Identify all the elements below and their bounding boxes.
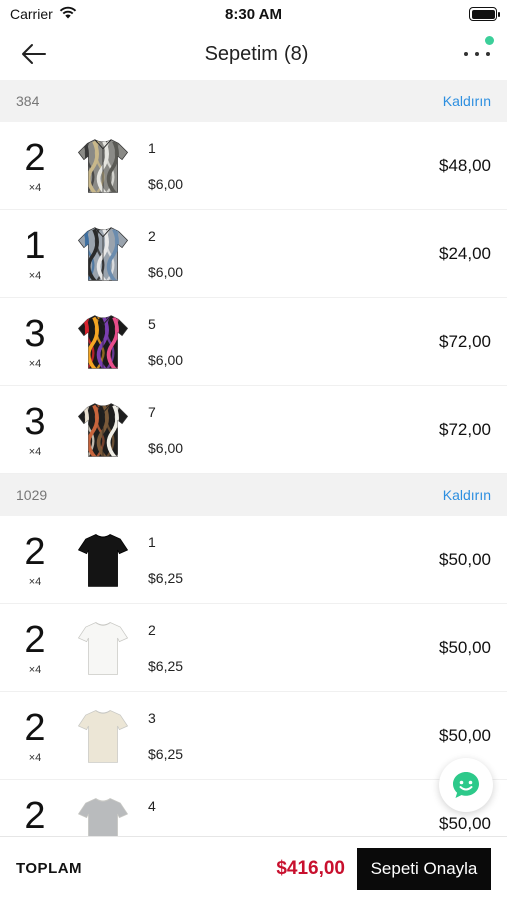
group-id: 1029: [16, 487, 48, 503]
group-header: 384 Kaldırın: [0, 80, 507, 122]
quantity-selector[interactable]: 2 ×4: [0, 620, 70, 676]
pack-multiplier: ×4: [28, 181, 42, 194]
remove-group-button[interactable]: Kaldırın: [443, 93, 491, 109]
line-total: $24,00: [439, 243, 491, 263]
quantity-selector[interactable]: 3 ×4: [0, 402, 70, 458]
cart-item[interactable]: 2 ×4 2 $6,25 $50,00: [0, 604, 507, 692]
product-image[interactable]: [70, 309, 136, 375]
unit-price: $6,00: [148, 263, 184, 280]
more-dots-icon: [464, 52, 490, 56]
quantity-value: 2: [24, 618, 46, 661]
variant-size: 4: [148, 797, 156, 814]
cart-list[interactable]: 384 Kaldırın 2 ×4 1 $6,00 $48,00 1 ×4 2 …: [0, 80, 507, 836]
cart-item[interactable]: 3 ×4 7 $6,00 $72,00: [0, 386, 507, 474]
cart-item[interactable]: 1 ×4 2 $6,00 $24,00: [0, 210, 507, 298]
variant-size: 3: [148, 709, 156, 726]
pack-multiplier: ×4: [28, 357, 42, 370]
unit-price: $6,25: [148, 657, 184, 674]
unit-price: $6,00: [148, 439, 184, 456]
quantity-selector[interactable]: 3 ×4: [0, 314, 70, 370]
line-total: $50,00: [439, 637, 491, 657]
page-title: Sepetim (8): [0, 43, 507, 66]
pack-multiplier: ×4: [28, 445, 42, 458]
carrier-label: Carrier: [10, 6, 53, 22]
line-total: $72,00: [439, 331, 491, 351]
variant-size: 1: [148, 139, 156, 156]
unit-price: $6,25: [148, 569, 184, 586]
quantity-selector[interactable]: 2 ×4: [0, 138, 70, 194]
unit-price: $6,00: [148, 351, 184, 368]
product-image[interactable]: [70, 703, 136, 769]
title-text: Sepetim: [204, 42, 278, 65]
quantity-selector[interactable]: 2 ×4: [0, 708, 70, 764]
group-header: 1029 Kaldırın: [0, 474, 507, 516]
chat-button[interactable]: [439, 758, 493, 812]
wifi-icon: [59, 6, 77, 22]
battery-icon: [469, 7, 500, 21]
more-button[interactable]: [455, 36, 494, 72]
line-total: $50,00: [439, 725, 491, 745]
checkout-bar: TOPLAM $416,00 Sepeti Onayla: [0, 836, 507, 900]
nav-bar: Sepetim (8): [0, 28, 507, 80]
product-image[interactable]: [70, 133, 136, 199]
variant-size: 7: [148, 403, 156, 420]
group-id: 384: [16, 93, 40, 109]
product-image[interactable]: [70, 791, 136, 836]
arrow-left-icon: [22, 44, 46, 64]
quantity-selector[interactable]: 2 ×4: [0, 532, 70, 588]
product-image[interactable]: [70, 397, 136, 463]
quantity-selector[interactable]: 2 ×4: [0, 796, 70, 837]
cart-item[interactable]: 2 ×4 4 $6,25 $50,00: [0, 780, 507, 836]
quantity-value: 2: [24, 706, 46, 749]
line-total: $50,00: [439, 549, 491, 569]
confirm-cart-button[interactable]: Sepeti Onayla: [357, 847, 491, 890]
product-image[interactable]: [70, 527, 136, 593]
line-total: $48,00: [439, 155, 491, 175]
cart-item[interactable]: 3 ×4 5 $6,00 $72,00: [0, 298, 507, 386]
product-image[interactable]: [70, 615, 136, 681]
variant-size: 5: [148, 315, 156, 332]
quantity-value: 2: [24, 794, 46, 836]
status-bar: Carrier 8:30 AM: [0, 0, 507, 28]
line-total: $50,00: [439, 813, 491, 833]
pack-multiplier: ×4: [28, 751, 42, 764]
line-total: $72,00: [439, 419, 491, 439]
cart-item[interactable]: 2 ×4 1 $6,25 $50,00: [0, 516, 507, 604]
quantity-selector[interactable]: 1 ×4: [0, 226, 70, 282]
variant-size: 2: [148, 227, 156, 244]
quantity-value: 1: [24, 224, 46, 267]
chat-bubble-icon: [453, 772, 479, 798]
variant-size: 1: [148, 533, 156, 550]
quantity-value: 2: [24, 136, 46, 179]
pack-multiplier: ×4: [28, 663, 42, 676]
total-amount: $416,00: [276, 857, 345, 879]
quantity-value: 3: [24, 312, 46, 355]
product-image[interactable]: [70, 221, 136, 287]
variant-size: 2: [148, 621, 156, 638]
remove-group-button[interactable]: Kaldırın: [443, 487, 491, 503]
pack-multiplier: ×4: [28, 269, 42, 282]
notification-dot: [485, 36, 494, 45]
quantity-value: 3: [24, 400, 46, 443]
quantity-value: 2: [24, 530, 46, 573]
total-label: TOPLAM: [16, 860, 83, 877]
cart-item[interactable]: 2 ×4 1 $6,00 $48,00: [0, 122, 507, 210]
unit-price: $6,00: [148, 175, 184, 192]
pack-multiplier: ×4: [28, 575, 42, 588]
cart-count: (8): [283, 42, 309, 65]
unit-price: $6,25: [148, 745, 184, 762]
back-button[interactable]: [16, 36, 52, 72]
cart-item[interactable]: 2 ×4 3 $6,25 $50,00: [0, 692, 507, 780]
